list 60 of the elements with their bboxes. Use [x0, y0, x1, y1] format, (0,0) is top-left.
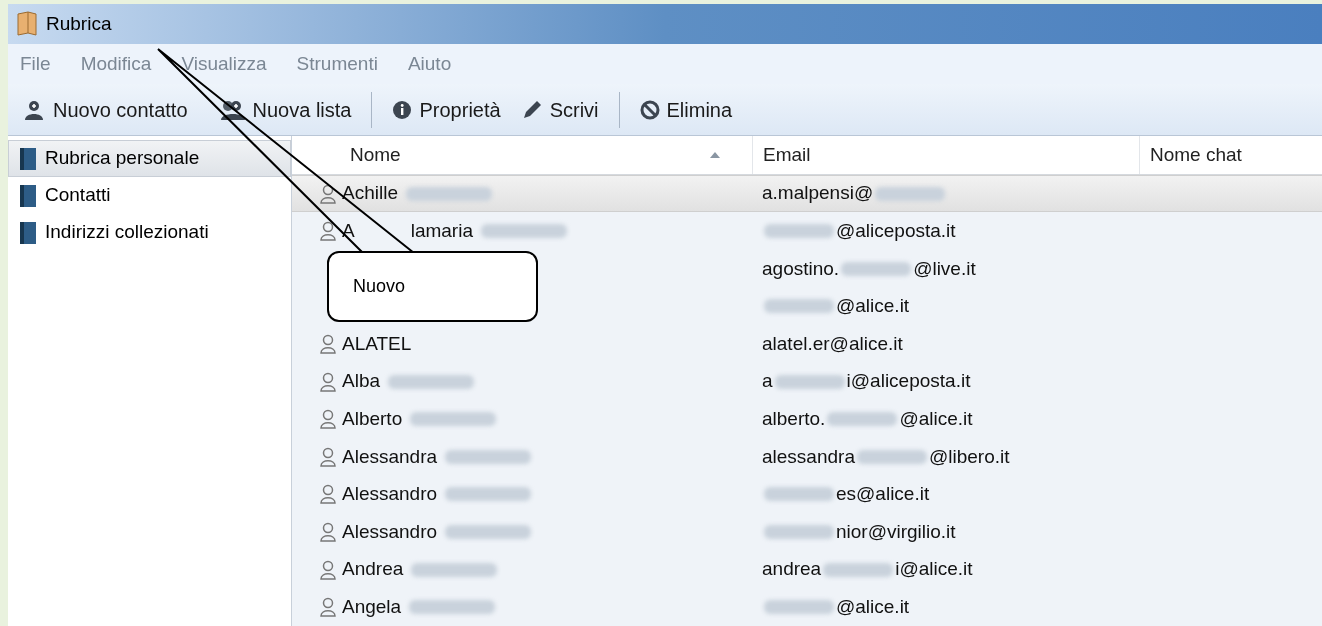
email-text: es@alice.it	[836, 482, 930, 507]
address-book-icon	[19, 146, 37, 171]
email-text: @aliceposta.it	[836, 219, 956, 243]
person-icon	[320, 484, 336, 505]
sidebar-item[interactable]: Rubrica personale	[8, 140, 291, 177]
people-icon	[219, 98, 246, 121]
email-text: @alice.it	[836, 594, 910, 619]
toolbar-button[interactable]: Scrivi	[520, 94, 599, 125]
name-text: Alessandro	[342, 519, 438, 544]
email-text: a.malpensi@	[762, 181, 874, 206]
name-text: ALATEL	[342, 331, 412, 356]
person-icon	[320, 409, 336, 430]
email-text: alberto.	[762, 407, 826, 431]
toolbar-button[interactable]: Elimina	[639, 94, 733, 125]
callout: Nuovo	[327, 251, 538, 322]
window-title: Rubrica	[46, 11, 112, 36]
address-book-icon	[19, 220, 37, 245]
email-text: @libero.it	[928, 444, 1010, 469]
book-icon	[16, 11, 38, 37]
column-header[interactable]: Nome	[292, 136, 752, 174]
column-header[interactable]: Email	[752, 136, 1139, 174]
column-header[interactable]: Nome chat	[1139, 136, 1322, 174]
email-text: andrea	[762, 557, 822, 582]
email-text: alessandra	[762, 444, 855, 469]
name-text: Alberto	[342, 407, 403, 431]
toolbar-button[interactable]: Nuova lista	[219, 94, 352, 125]
name-text: Alba	[342, 369, 381, 394]
sidebar-item[interactable]: Contatti	[8, 177, 291, 214]
person-icon	[320, 183, 336, 204]
name-text: lamaria	[410, 219, 473, 243]
email-text: agostino.	[762, 256, 840, 281]
person-icon	[320, 334, 336, 355]
email-text: @alice.it	[899, 407, 973, 431]
name-text: Achille	[342, 181, 398, 206]
person-icon	[320, 371, 336, 392]
email-text: a	[762, 369, 773, 394]
person-icon	[320, 559, 336, 580]
person-icon	[320, 597, 336, 618]
address-book-icon	[19, 183, 37, 208]
table-row[interactable]: Achille a.malpensi@	[292, 174, 1322, 213]
name-text: Alessandro	[342, 482, 438, 507]
toolbar-button[interactable]: Nuovo contatto	[24, 94, 188, 125]
email-text: @live.it	[913, 256, 976, 281]
email-text: alatel.er@alice.it	[762, 331, 903, 356]
delete-icon	[639, 99, 660, 120]
email-text: nior@virgilio.it	[836, 519, 956, 544]
name-text: Alessandra	[342, 444, 438, 469]
person-icon	[320, 446, 336, 467]
name-text: A	[342, 219, 355, 243]
info-icon	[392, 99, 413, 120]
email-text: i@aliceposta.it	[846, 369, 971, 394]
toolbar-button[interactable]: Proprietà	[392, 94, 501, 125]
person-icon	[320, 221, 336, 242]
sidebar-item[interactable]: Indirizzi collezionati	[8, 214, 291, 251]
person-plus-icon	[24, 98, 46, 121]
name-text: Angela	[342, 594, 402, 619]
name-text: Andrea	[342, 557, 404, 582]
email-text: @alice.it	[836, 294, 910, 319]
person-icon	[320, 522, 336, 542]
email-text: i@alice.it	[895, 557, 973, 582]
